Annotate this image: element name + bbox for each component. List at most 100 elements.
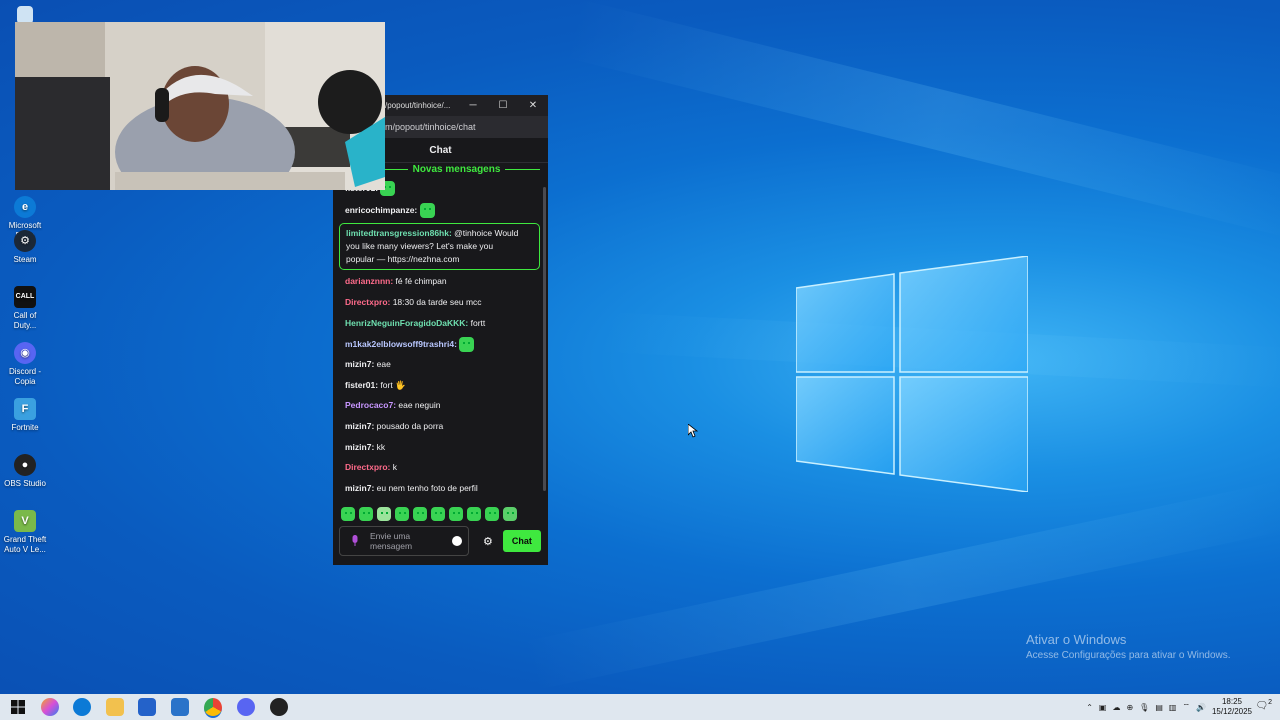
notification-center-button[interactable]: 🗨2: [1255, 699, 1272, 711]
emote-icon[interactable]: [449, 507, 463, 521]
desktop-icon-discord[interactable]: ◉ Discord - Copia: [2, 342, 48, 387]
chat-message: mizin7: kk: [345, 441, 540, 454]
desktop-icon-cod[interactable]: CALL Call of Duty...: [2, 286, 48, 331]
tray-app-icon[interactable]: ▣: [1099, 703, 1107, 712]
desktop-icon-fortnite[interactable]: F Fortnite: [2, 398, 48, 433]
discord-taskbar-icon[interactable]: [237, 698, 255, 716]
copilot-icon[interactable]: [41, 698, 59, 716]
notification-count: 2: [1268, 699, 1272, 706]
chat-username[interactable]: limitedtransgression86hk:: [346, 228, 452, 238]
emote-icon: [459, 337, 475, 352]
chat-username[interactable]: enricochimpanze:: [345, 205, 417, 215]
cloud-icon[interactable]: ☁: [1112, 703, 1120, 712]
fortnite-icon: F: [14, 398, 36, 420]
chat-message: HenrizNeguinForagidoDaKKK: fortt: [345, 317, 540, 330]
message-text: eae neguin: [396, 400, 441, 410]
chat-message: mizin7: eae: [345, 358, 540, 371]
store-icon[interactable]: [138, 698, 156, 716]
emote-icon[interactable]: [341, 507, 355, 521]
edge-taskbar-icon[interactable]: [73, 698, 91, 716]
chat-messages: fister01: enricochimpanze: limitedtransg…: [333, 179, 548, 499]
volume-icon[interactable]: 🔊: [1196, 703, 1206, 712]
message-text: eu nem tenho foto de perfil: [374, 483, 478, 493]
message-text: 18:30 da tarde seu mcc: [390, 297, 482, 307]
wifi-icon[interactable]: ⌔: [1182, 702, 1190, 712]
chat-username[interactable]: m1kak2elblowsoff9trashri4:: [345, 339, 457, 349]
mouse-cursor-icon: [688, 424, 698, 438]
chat-username[interactable]: mizin7:: [345, 442, 374, 452]
chat-message: enricochimpanze:: [345, 203, 540, 218]
chrome-icon[interactable]: [204, 698, 222, 718]
edge-icon: e: [14, 196, 36, 218]
file-explorer-icon[interactable]: [106, 698, 124, 716]
microphone-tray-icon[interactable]: 🎙: [1139, 703, 1149, 712]
settings-gear-icon[interactable]: ⚙: [483, 535, 493, 548]
message-text: fortt: [468, 318, 486, 328]
message-text: fort 🖐: [378, 380, 406, 390]
emote-icon[interactable]: [431, 507, 445, 521]
emote-icon[interactable]: [485, 507, 499, 521]
system-tray: ⌃ ▣ ☁ ⊕ 🎙 ▤ ▥ ⌔ 🔊 18:25 15/12/2025: [1086, 694, 1252, 720]
clock-date: 15/12/2025: [1211, 707, 1252, 716]
tray-app-icon[interactable]: ▥: [1169, 703, 1177, 712]
chat-username[interactable]: mizin7:: [345, 483, 374, 493]
emote-icon[interactable]: [395, 507, 409, 521]
chat-input-row: Envie uma mensagem ⚙ Chat: [339, 526, 542, 556]
message-text: kk: [374, 442, 386, 452]
new-messages-divider[interactable]: Novas mensagens: [373, 163, 541, 175]
chat-message: m1kak2elblowsoff9trashri4:: [345, 337, 540, 352]
emote-icon[interactable]: [377, 507, 391, 521]
maximize-button[interactable]: ☐: [488, 100, 518, 111]
chat-username[interactable]: fister01:: [345, 380, 378, 390]
emote-bar: [341, 507, 517, 521]
chat-message-input[interactable]: Envie uma mensagem: [339, 526, 469, 556]
emote-icon[interactable]: [467, 507, 481, 521]
chat-message: mizin7: pousado da porra: [345, 420, 540, 433]
windows-activation-watermark: Ativar o Windows Acesse Configurações pa…: [1026, 632, 1231, 661]
send-chat-button[interactable]: Chat: [502, 530, 541, 552]
obs-taskbar-icon[interactable]: [270, 698, 288, 716]
chat-title: Chat: [429, 144, 452, 156]
start-button[interactable]: [9, 698, 27, 716]
obs-icon: ●: [14, 454, 36, 476]
light-beam: [564, 0, 1280, 242]
chat-message: darianznnn: fé fé chimpan: [345, 275, 540, 288]
chevron-up-icon[interactable]: ⌃: [1086, 703, 1093, 712]
emote-icon[interactable]: [413, 507, 427, 521]
message-text: you like many viewers? Let's make you: [346, 241, 494, 251]
desktop-icon-steam[interactable]: ⚙ Steam: [2, 230, 48, 265]
network-icon[interactable]: ⊕: [1126, 703, 1133, 712]
clock[interactable]: 18:25 15/12/2025: [1212, 697, 1252, 717]
desktop-icon-label: OBS Studio: [4, 479, 46, 488]
outlook-icon[interactable]: [171, 698, 189, 716]
chat-username[interactable]: mizin7:: [345, 359, 374, 369]
windows-logo: [796, 256, 1028, 492]
chat-username[interactable]: HenrizNeguinForagidoDaKKK:: [345, 318, 468, 328]
new-messages-label: Novas mensagens: [412, 163, 501, 175]
activation-title: Ativar o Windows: [1026, 632, 1127, 647]
activation-subtitle: Acesse Configurações para ativar o Windo…: [1026, 650, 1231, 661]
desktop-icon-obs[interactable]: ● OBS Studio: [2, 454, 48, 489]
message-text: @tinhoice Would: [451, 228, 519, 238]
chat-scrollbar[interactable]: [543, 187, 546, 491]
windows-start-icon: [11, 700, 25, 714]
chat-username[interactable]: Directxpro:: [345, 462, 390, 472]
emoji-picker-icon[interactable]: [452, 536, 462, 546]
discord-icon: ◉: [14, 342, 36, 364]
chat-username[interactable]: Directxpro:: [345, 297, 390, 307]
chat-username[interactable]: Pedrocaco7:: [345, 400, 396, 410]
desktop-icon-gta[interactable]: V Grand Theft Auto V Le...: [2, 510, 48, 555]
minimize-button[interactable]: ─: [458, 100, 488, 111]
clock-time: 18:25: [1221, 697, 1242, 706]
close-button[interactable]: ✕: [518, 100, 548, 111]
emote-icon[interactable]: [503, 507, 517, 521]
webcam-image: [15, 22, 385, 190]
microphone-icon[interactable]: [348, 534, 362, 548]
chat-username[interactable]: mizin7:: [345, 421, 374, 431]
desktop-icon-label: Grand Theft Auto V Le...: [3, 535, 47, 554]
cod-icon: CALL: [14, 286, 36, 308]
chat-username[interactable]: darianznnn:: [345, 276, 393, 286]
tray-app-icon[interactable]: ▤: [1155, 703, 1163, 712]
emote-icon[interactable]: [359, 507, 373, 521]
emote-icon: [419, 203, 435, 218]
